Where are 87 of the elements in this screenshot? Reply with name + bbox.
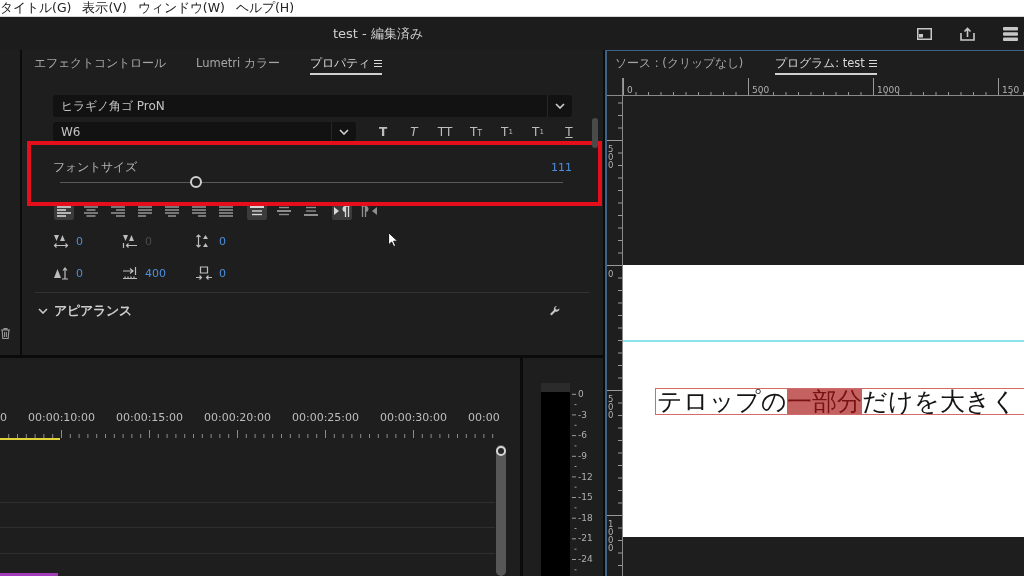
decibel-label: -18	[578, 511, 593, 525]
ltr-direction-icon	[334, 205, 350, 217]
all-caps-button[interactable]: TT	[435, 122, 455, 141]
wrench-icon[interactable]	[550, 306, 560, 316]
small-caps-button[interactable]: Tt	[466, 122, 486, 141]
scrollbar[interactable]	[496, 445, 506, 576]
bold-button[interactable]: T	[373, 122, 393, 141]
underline-button[interactable]: T	[559, 122, 579, 141]
decibel-label: -6	[578, 429, 588, 443]
chevron-down-icon[interactable]	[38, 308, 48, 314]
tsume-icon	[196, 266, 212, 280]
justify-left-icon	[138, 205, 152, 217]
decibel-label: -15	[578, 491, 593, 505]
slider-thumb[interactable]	[189, 176, 202, 188]
ruler-label: 500	[608, 145, 614, 169]
caption-text: テロップの	[657, 389, 787, 414]
tracking-icon	[122, 234, 138, 248]
stacked-bars-icon[interactable]	[1003, 26, 1018, 41]
chevron-down-icon[interactable]	[555, 103, 565, 109]
align-left-icon	[57, 205, 71, 217]
ruler-label: 0	[608, 270, 614, 278]
selected-caption-text: 一部分	[787, 389, 862, 414]
align-bottom-icon	[304, 206, 318, 216]
menu-item[interactable]: ウィンドウ(W)	[137, 0, 225, 16]
justify-center-icon	[165, 205, 179, 217]
scrollbar[interactable]	[592, 118, 598, 148]
text-box[interactable]: テロップの一部分だけを大きく	[655, 388, 1024, 415]
window-title: test - 編集済み	[333, 24, 423, 43]
ruler-label: 1000	[877, 85, 900, 95]
tsume-value[interactable]: 0	[219, 266, 226, 280]
panel-layout-icon[interactable]	[917, 27, 932, 40]
panel-tab[interactable]: エフェクトコントロール	[34, 55, 166, 75]
baseline-shift-value[interactable]: 0	[76, 266, 83, 280]
ruler-label: 150	[1002, 85, 1020, 95]
timecode-label: 00:00:20:00	[202, 411, 273, 425]
decibel-label: -12	[578, 470, 593, 484]
align-center-icon	[84, 205, 98, 217]
ruler-label: 1000	[608, 520, 614, 552]
clip-bar[interactable]	[0, 573, 58, 576]
decibel-label: -3	[578, 408, 588, 422]
panel-tab[interactable]: プログラム: test	[775, 55, 877, 75]
timecode-label: 00:00:15:00	[114, 411, 185, 425]
mouse-pointer-icon	[388, 232, 398, 247]
panel-tab[interactable]: プロパティ	[309, 55, 382, 75]
decibel-label: 0	[578, 388, 585, 401]
ruler-label: 500	[608, 395, 614, 419]
font-size-label: フォントサイズ	[53, 158, 137, 176]
ruler-label: 500	[752, 85, 770, 95]
timecode-label: 00:00	[467, 411, 501, 425]
font-family-dropdown[interactable]: ヒラギノ角ゴ ProN	[53, 95, 572, 117]
align-right-icon	[111, 205, 125, 217]
leading-value[interactable]: 0	[219, 234, 226, 248]
decibel-label: -24	[578, 553, 593, 567]
rtl-direction-icon	[361, 205, 377, 217]
superscript-button[interactable]: T$^{1}$	[497, 122, 517, 141]
chevron-down-icon[interactable]	[339, 128, 349, 135]
ruler-label: 0	[627, 85, 633, 95]
align-middle-icon	[277, 206, 291, 216]
menu-item[interactable]: ヘルプ(H)	[235, 0, 295, 16]
menu-item[interactable]: タイトル(G)	[0, 0, 72, 16]
justify-right-icon	[192, 205, 206, 217]
menu-item[interactable]: 表示(V)	[82, 0, 127, 16]
scrollbar-handle[interactable]	[496, 446, 506, 456]
tab-width-icon	[122, 266, 138, 280]
share-icon[interactable]	[960, 26, 975, 41]
timecode-label: 00:00:10:00	[26, 411, 97, 425]
font-size-value[interactable]: 111	[551, 160, 572, 174]
panel-tab[interactable]: ソース : (クリップなし)	[615, 55, 744, 75]
menu-icon[interactable]	[868, 59, 877, 67]
panel-tab[interactable]: Lumetri カラー	[196, 55, 280, 75]
kerning-icon	[53, 234, 69, 248]
decibel-label: -9	[578, 449, 588, 463]
menu-icon[interactable]	[373, 59, 382, 67]
baseline-shift-icon	[53, 266, 69, 280]
align-top-icon	[250, 206, 264, 216]
caption-text: だけを大きく	[862, 389, 1017, 414]
kerning-value[interactable]: 0	[76, 234, 83, 248]
section-title[interactable]: アピアランス	[54, 302, 132, 320]
timecode-label: 00:00:30:00	[378, 411, 449, 425]
justify-all-icon	[219, 205, 233, 217]
decibel-label: -21	[578, 532, 593, 546]
italic-button[interactable]: T	[404, 122, 424, 141]
timecode-label: 00:00:25:00	[290, 411, 361, 425]
trash-icon[interactable]	[1, 328, 10, 339]
font-style-dropdown[interactable]: W6	[53, 122, 356, 141]
tab-width-value[interactable]: 400	[145, 266, 166, 280]
timecode-label: 0	[0, 411, 8, 425]
